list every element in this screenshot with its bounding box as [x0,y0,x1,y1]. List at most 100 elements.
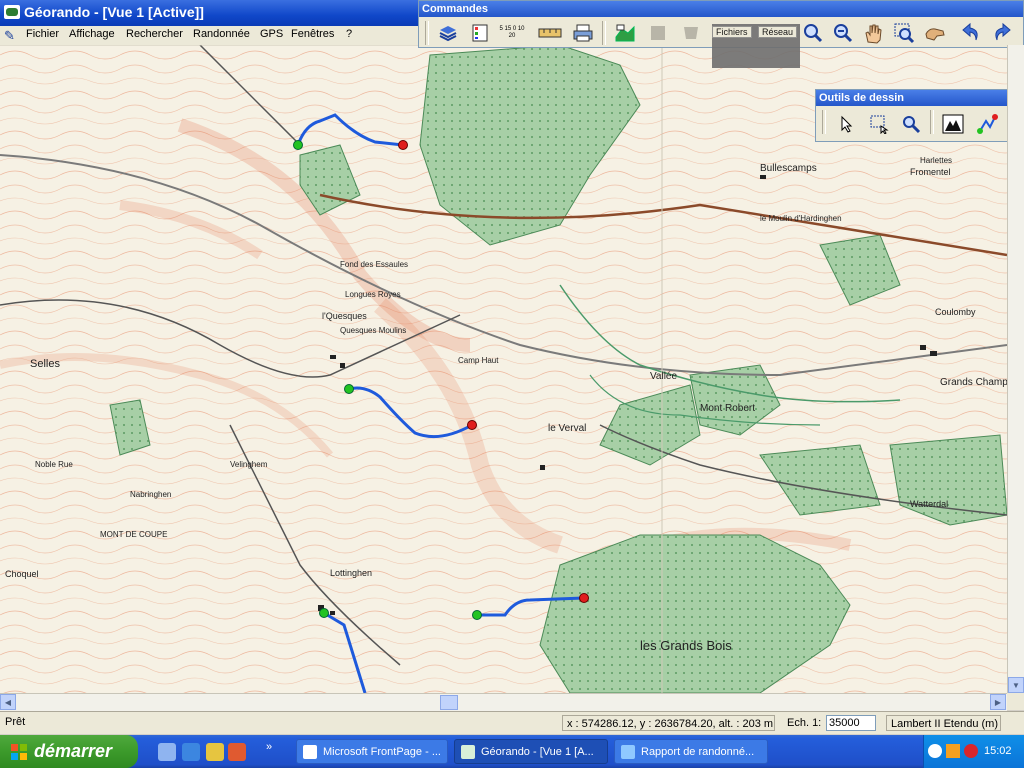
map-label: Coulomby [935,307,976,317]
route-start-point[interactable] [319,608,329,618]
quicklaunch-icon[interactable] [206,743,224,761]
ruler-icon[interactable] [537,21,563,45]
horizontal-scrollbar[interactable]: ◀ ▶ [0,693,1007,711]
map-label: Selles [30,358,60,370]
document-icon[interactable]: ✎ [4,28,15,44]
map-label: Longues Royes [345,290,401,299]
map-label: le Moulin d'Hardinghen [760,214,842,223]
menu-help[interactable]: ? [346,28,352,40]
windows-flag-icon [11,744,27,760]
zoom-in-icon[interactable] [800,21,826,45]
map-label: le Verval [548,423,586,434]
menu-gps[interactable]: GPS [260,28,283,40]
scale-bar-icon[interactable]: 5 15 0 10 20 [499,21,525,45]
vertical-scrollbar[interactable]: ▼ [1007,45,1024,693]
scroll-down-button[interactable]: ▼ [1008,677,1024,693]
select-arrow-icon[interactable] [834,112,860,136]
drawing-toolbar-title[interactable]: Outils de dessin [816,90,1023,106]
pan-hand-icon[interactable] [860,21,886,45]
menu-fenetres[interactable]: Fenêtres [291,28,334,40]
route-end-point[interactable] [398,140,408,150]
topographic-map[interactable]: Longues Royes l'Quesques Selles Lottingh… [0,45,1007,693]
tab-fichiers[interactable]: Fichiers [712,26,752,38]
commandes-toolbar-title[interactable]: Commandes [419,1,1023,17]
menu-fichier[interactable]: Fichier [26,28,59,40]
georando-icon [461,745,475,759]
map-label: Quesques Moulins [340,326,406,335]
legend-icon[interactable] [467,21,493,45]
status-bar: Prêt x : 574286.12, y : 2636784.20, alt.… [0,711,1024,734]
grab-hand-icon[interactable] [922,21,948,45]
disabled-tool-icon [645,21,671,45]
start-label: démarrer [34,741,113,761]
undo-icon[interactable] [958,21,984,45]
scroll-corner [1007,693,1024,710]
task-georando-active[interactable]: Géorando - [Vue 1 [A... [454,739,608,764]
disabled-tool-icon [678,21,704,45]
print-icon[interactable] [570,21,596,45]
route-start-point[interactable] [344,384,354,394]
ie-icon[interactable] [182,743,200,761]
clock: 15:02 [984,745,1012,757]
task-frontpage[interactable]: Microsoft FrontPage - ... [296,739,448,764]
mini-panel[interactable]: Fichiers Réseau [712,24,800,68]
georando-app-icon [4,5,20,19]
route-start-point[interactable] [293,140,303,150]
show-desktop-icon[interactable] [158,743,176,761]
redo-icon[interactable] [989,21,1015,45]
search-icon[interactable] [898,112,924,136]
scale-input[interactable]: 35000 [826,715,876,731]
frontpage-icon [303,745,317,759]
map-label: Choquel [5,569,39,579]
map-label: Nabringhen [130,490,171,499]
map-label: Velinghem [230,460,268,469]
task-rapport[interactable]: Rapport de randonné... [614,739,768,764]
menu-bar: ✎ Fichier Affichage Rechercher Randonnée… [0,26,420,46]
menu-affichage[interactable]: Affichage [69,28,115,40]
scroll-left-button[interactable]: ◀ [0,694,16,710]
outlook-icon[interactable] [228,743,246,761]
status-ready: Prêt [5,716,26,728]
taskbar: démarrer » Microsoft FrontPage - ... Géo… [0,735,1024,768]
route-end-point[interactable] [579,593,589,603]
map-canvas[interactable]: Longues Royes l'Quesques Selles Lottingh… [0,45,1007,693]
scale-label: Ech. 1: [787,717,822,729]
map-label: Lottinghen [330,568,372,578]
tray-expand-icon[interactable] [928,744,942,758]
tab-reseau[interactable]: Réseau [758,26,798,38]
map-label: Grands Champs [940,377,1007,388]
quicklaunch-more-icon[interactable]: » [266,741,272,753]
export-map-icon[interactable] [612,21,638,45]
landscape-image-icon[interactable] [940,112,966,136]
commandes-toolbar[interactable]: Commandes 5 15 0 10 20 Fichiers Réseau [418,0,1024,68]
status-coordinates: x : 574286.12, y : 2636784.20, alt. : 20… [562,715,775,731]
map-label: Watterdal [910,499,948,509]
route-start-point[interactable] [472,610,482,620]
scroll-right-button[interactable]: ▶ [990,694,1006,710]
map-label: Bullescamps [760,163,817,174]
select-rectangle-icon[interactable] [866,112,892,136]
map-label: Vallée [650,371,677,382]
zoom-out-icon[interactable] [830,21,856,45]
map-label: Noble Rue [35,460,73,469]
horizontal-scroll-thumb[interactable] [440,695,458,710]
map-label: Fond des Essaules [340,260,408,269]
map-label: Camp Haut [458,356,499,365]
menu-randonnee[interactable]: Randonnée [193,28,250,40]
route-end-point[interactable] [467,420,477,430]
outils-de-dessin-toolbar[interactable]: Outils de dessin [815,89,1024,142]
start-button[interactable]: démarrer [0,735,138,768]
window-title: Géorando - [Vue 1 [Active]] [24,4,204,20]
zoom-rectangle-icon[interactable] [891,21,917,45]
map-label: Mont Robert [700,403,755,414]
map-label: Fromentel [910,167,951,177]
system-tray: 15:02 [923,735,1024,768]
draw-route-icon[interactable] [974,112,1000,136]
tray-app-icon[interactable] [946,744,960,758]
menu-rechercher[interactable]: Rechercher [126,28,183,40]
ie-icon [621,745,635,759]
map-label: Harlettes [920,156,952,165]
tray-antivirus-icon[interactable] [964,744,978,758]
map-label: l'Quesques [322,311,367,321]
layers-icon[interactable] [435,21,461,45]
